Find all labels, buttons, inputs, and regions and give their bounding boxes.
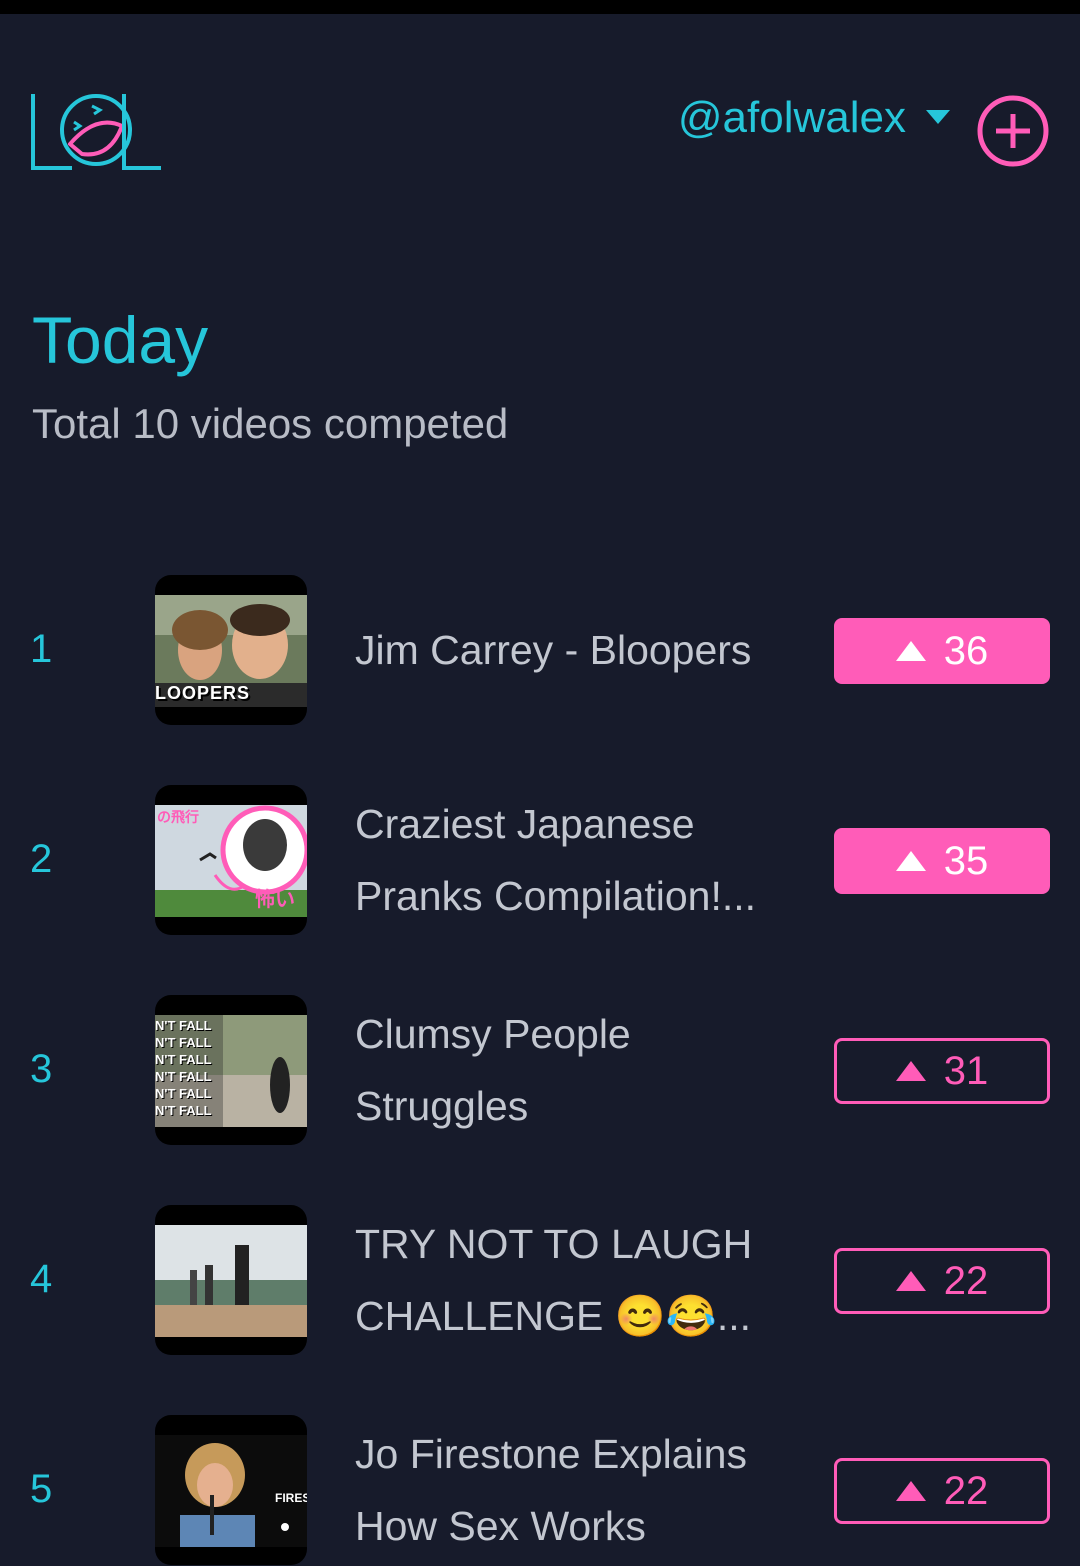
vote-count: 35 <box>943 838 989 883</box>
thumbnail-caption: N'T FALL <box>155 1035 212 1050</box>
video-title-text: Jim Carrey - Bloopers <box>355 627 752 673</box>
video-thumbnail[interactable]: の飛行 怖い <box>155 785 307 935</box>
rank-number: 5 <box>30 1467 53 1511</box>
upvote-button[interactable]: 22 <box>834 1458 1050 1524</box>
thumbnail-caption: N'T FALL <box>155 1069 212 1084</box>
thumbnail-caption: LOOPERS <box>155 683 251 703</box>
upvote-button[interactable]: 31 <box>834 1038 1050 1104</box>
video-thumbnail[interactable]: N'T FALL N'T FALL N'T FALL N'T FALL N'T … <box>155 995 307 1145</box>
video-title-text: Craziest Japanese Pranks Compilation!... <box>355 801 757 919</box>
video-title-text: Jo Firestone Explains How Sex Works <box>355 1431 747 1549</box>
thumbnail-caption: FIREST <box>275 1491 307 1505</box>
rank-number: 2 <box>30 837 53 881</box>
username-label: @afolwalex <box>677 93 906 142</box>
video-title-text: TRY NOT TO LAUGH CHALLENGE 😊😂... <box>355 1221 753 1339</box>
vote-count: 36 <box>943 628 989 673</box>
thumbnail-caption: N'T FALL <box>155 1086 212 1101</box>
add-video-button[interactable] <box>976 94 1050 168</box>
vote-count: 22 <box>943 1258 989 1303</box>
status-bar <box>0 0 1080 14</box>
video-thumbnail[interactable]: LOOPERS <box>155 575 307 725</box>
arrow-up-icon <box>895 641 926 661</box>
caret-down-icon <box>926 110 950 124</box>
video-title[interactable]: Jo Firestone Explains How Sex Works <box>355 1415 775 1565</box>
video-thumbnail[interactable] <box>155 1205 307 1355</box>
user-menu[interactable]: @afolwalex <box>678 92 950 144</box>
thumbnail-image <box>155 1225 307 1337</box>
list-item[interactable]: 3 N'T FALL N'T FALL N'T FALL N'T FALL N'… <box>0 995 1080 1145</box>
arrow-up-icon <box>895 1061 926 1081</box>
upvote-button[interactable]: 22 <box>834 1248 1050 1314</box>
app-header: @afolwalex <box>0 14 1080 234</box>
vote-count: 22 <box>943 1468 989 1513</box>
thumbnail-caption: N'T FALL <box>155 1018 212 1033</box>
rank-number: 1 <box>30 627 53 671</box>
thumbnail-caption-2: 怖い <box>255 889 295 911</box>
arrow-up-icon <box>895 1271 926 1291</box>
video-thumbnail[interactable]: FIREST <box>155 1415 307 1565</box>
list-item[interactable]: 5 FIREST Jo Firestone Explains How Sex W… <box>0 1415 1080 1565</box>
video-title[interactable]: Clumsy People Struggles <box>355 995 775 1145</box>
thumbnail-caption: N'T FALL <box>155 1052 212 1067</box>
thumbnail-caption: の飛行 <box>157 809 199 825</box>
thumbnail-caption-stack: N'T FALL N'T FALL N'T FALL N'T FALL N'T … <box>155 1017 212 1119</box>
rank-number: 4 <box>30 1257 53 1301</box>
video-title[interactable]: Craziest Japanese Pranks Compilation!... <box>355 785 775 935</box>
video-title-text: Clumsy People Struggles <box>355 1011 631 1129</box>
arrow-up-icon <box>895 1481 926 1501</box>
upvote-button[interactable]: 35 <box>834 828 1050 894</box>
list-item[interactable]: 1 LOOPERS Jim Carrey - Bloopers 36 <box>0 575 1080 725</box>
list-item[interactable]: 2 の飛行 怖い Craziest Japanese Pranks Compil… <box>0 785 1080 935</box>
arrow-up-icon <box>895 851 926 871</box>
rank-number: 3 <box>30 1047 53 1091</box>
thumbnail-caption: N'T FALL <box>155 1103 212 1118</box>
upvote-button[interactable]: 36 <box>834 618 1050 684</box>
page-subtitle: Total 10 videos competed <box>32 400 509 447</box>
vote-count: 31 <box>943 1048 989 1093</box>
list-item[interactable]: 4 TRY NOT TO LAUGH CHALLENGE 😊😂... 22 <box>0 1205 1080 1355</box>
video-title[interactable]: Jim Carrey - Bloopers <box>355 575 775 725</box>
video-title[interactable]: TRY NOT TO LAUGH CHALLENGE 😊😂... <box>355 1205 775 1355</box>
lol-logo-icon[interactable] <box>30 92 165 172</box>
page-title: Today <box>32 303 209 377</box>
